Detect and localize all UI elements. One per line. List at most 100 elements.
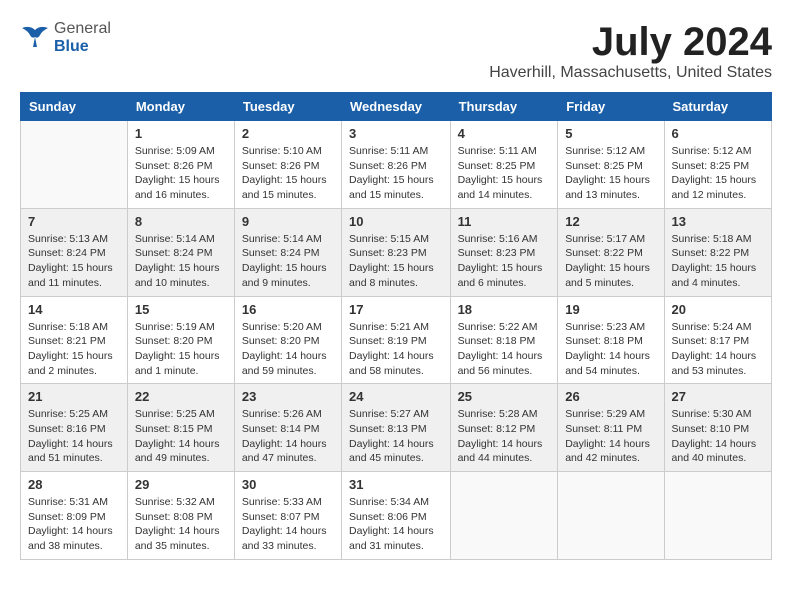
title-section: July 2024 Haverhill, Massachusetts, Unit… (489, 20, 772, 82)
calendar-cell: 30 Sunrise: 5:33 AM Sunset: 8:07 PM Dayli… (234, 472, 341, 560)
logo-blue: Blue (54, 38, 111, 56)
day-info: Sunrise: 5:23 AM Sunset: 8:18 PM Dayligh… (565, 320, 656, 379)
day-number: 20 (672, 302, 764, 317)
calendar-cell: 2 Sunrise: 5:10 AM Sunset: 8:26 PM Daylig… (234, 121, 341, 209)
day-info: Sunrise: 5:33 AM Sunset: 8:07 PM Dayligh… (242, 495, 334, 554)
logo: General Blue (20, 20, 111, 55)
day-info: Sunrise: 5:10 AM Sunset: 8:26 PM Dayligh… (242, 144, 334, 203)
day-number: 10 (349, 214, 443, 229)
calendar-header-sunday: Sunday (21, 93, 128, 121)
calendar-header-thursday: Thursday (450, 93, 558, 121)
calendar-cell: 26Sunrise: 5:29 AM Sunset: 8:11 PM Dayli… (558, 384, 664, 472)
day-number: 6 (672, 126, 764, 141)
calendar-week-row: 28 Sunrise: 5:31 AM Sunset: 8:09 PM Dayli… (21, 472, 772, 560)
calendar-cell (664, 472, 771, 560)
calendar-cell: 18 Sunrise: 5:22 AM Sunset: 8:18 PM Dayli… (450, 296, 558, 384)
day-info: Sunrise: 5:34 AM Sunset: 8:06 PM Dayligh… (349, 495, 443, 554)
calendar-cell: 29 Sunrise: 5:32 AM Sunset: 8:08 PM Dayli… (127, 472, 234, 560)
day-number: 5 (565, 126, 656, 141)
day-info: Sunrise: 5:26 AM Sunset: 8:14 PM Dayligh… (242, 407, 334, 466)
day-info: Sunrise: 5:09 AM Sunset: 8:26 PM Dayligh… (135, 144, 227, 203)
day-number: 30 (242, 477, 334, 492)
day-number: 27 (672, 389, 764, 404)
day-number: 29 (135, 477, 227, 492)
calendar-cell (21, 121, 128, 209)
day-info: Sunrise: 5:31 AM Sunset: 8:09 PM Dayligh… (28, 495, 120, 554)
day-number: 12 (565, 214, 656, 229)
day-number: 11 (458, 214, 551, 229)
calendar-header-monday: Monday (127, 93, 234, 121)
calendar-cell: 25 Sunrise: 5:28 AM Sunset: 8:12 PM Dayli… (450, 384, 558, 472)
calendar-cell: 4 Sunrise: 5:11 AM Sunset: 8:25 PM Daylig… (450, 121, 558, 209)
day-number: 28 (28, 477, 120, 492)
day-info: Sunrise: 5:22 AM Sunset: 8:18 PM Dayligh… (458, 320, 551, 379)
day-number: 31 (349, 477, 443, 492)
day-info: Sunrise: 5:11 AM Sunset: 8:25 PM Dayligh… (458, 144, 551, 203)
calendar-cell: 11Sunrise: 5:16 AM Sunset: 8:23 PM Dayli… (450, 208, 558, 296)
calendar-header-row: SundayMondayTuesdayWednesdayThursdayFrid… (21, 93, 772, 121)
calendar-cell: 28 Sunrise: 5:31 AM Sunset: 8:09 PM Dayli… (21, 472, 128, 560)
calendar-cell: 19 Sunrise: 5:23 AM Sunset: 8:18 PM Dayli… (558, 296, 664, 384)
calendar-cell: 7Sunrise: 5:13 AM Sunset: 8:24 PM Daylig… (21, 208, 128, 296)
calendar-cell: 22 Sunrise: 5:25 AM Sunset: 8:15 PM Dayli… (127, 384, 234, 472)
day-info: Sunrise: 5:20 AM Sunset: 8:20 PM Dayligh… (242, 320, 334, 379)
calendar-cell: 31 Sunrise: 5:34 AM Sunset: 8:06 PM Dayli… (342, 472, 451, 560)
day-number: 16 (242, 302, 334, 317)
calendar-week-row: 1Sunrise: 5:09 AM Sunset: 8:26 PM Daylig… (21, 121, 772, 209)
day-info: Sunrise: 5:14 AM Sunset: 8:24 PM Dayligh… (242, 232, 334, 291)
day-info: Sunrise: 5:29 AM Sunset: 8:11 PM Dayligh… (565, 407, 656, 466)
day-info: Sunrise: 5:17 AM Sunset: 8:22 PM Dayligh… (565, 232, 656, 291)
calendar-cell (558, 472, 664, 560)
calendar-cell: 12 Sunrise: 5:17 AM Sunset: 8:22 PM Dayli… (558, 208, 664, 296)
day-info: Sunrise: 5:21 AM Sunset: 8:19 PM Dayligh… (349, 320, 443, 379)
day-number: 24 (349, 389, 443, 404)
calendar-cell: 13Sunrise: 5:18 AM Sunset: 8:22 PM Dayli… (664, 208, 771, 296)
day-info: Sunrise: 5:18 AM Sunset: 8:22 PM Dayligh… (672, 232, 764, 291)
day-number: 15 (135, 302, 227, 317)
logo-general: General (54, 20, 111, 38)
calendar-cell: 23 Sunrise: 5:26 AM Sunset: 8:14 PM Dayli… (234, 384, 341, 472)
calendar-cell: 8 Sunrise: 5:14 AM Sunset: 8:24 PM Daylig… (127, 208, 234, 296)
day-number: 14 (28, 302, 120, 317)
calendar-cell: 10Sunrise: 5:15 AM Sunset: 8:23 PM Dayli… (342, 208, 451, 296)
calendar-header-wednesday: Wednesday (342, 93, 451, 121)
page-header: General Blue July 2024 Haverhill, Massac… (20, 20, 772, 82)
day-info: Sunrise: 5:25 AM Sunset: 8:15 PM Dayligh… (135, 407, 227, 466)
day-number: 22 (135, 389, 227, 404)
day-number: 18 (458, 302, 551, 317)
day-number: 4 (458, 126, 551, 141)
day-number: 3 (349, 126, 443, 141)
calendar-cell: 3 Sunrise: 5:11 AM Sunset: 8:26 PM Daylig… (342, 121, 451, 209)
calendar-cell: 20 Sunrise: 5:24 AM Sunset: 8:17 PM Dayli… (664, 296, 771, 384)
logo-icon (20, 25, 50, 50)
day-number: 23 (242, 389, 334, 404)
day-number: 25 (458, 389, 551, 404)
day-number: 2 (242, 126, 334, 141)
calendar-week-row: 21Sunrise: 5:25 AM Sunset: 8:16 PM Dayli… (21, 384, 772, 472)
day-number: 8 (135, 214, 227, 229)
calendar-header-saturday: Saturday (664, 93, 771, 121)
calendar-header-friday: Friday (558, 93, 664, 121)
day-info: Sunrise: 5:13 AM Sunset: 8:24 PM Dayligh… (28, 232, 120, 291)
calendar-cell: 27 Sunrise: 5:30 AM Sunset: 8:10 PM Dayli… (664, 384, 771, 472)
calendar-cell: 1Sunrise: 5:09 AM Sunset: 8:26 PM Daylig… (127, 121, 234, 209)
day-info: Sunrise: 5:11 AM Sunset: 8:26 PM Dayligh… (349, 144, 443, 203)
day-number: 21 (28, 389, 120, 404)
day-info: Sunrise: 5:24 AM Sunset: 8:17 PM Dayligh… (672, 320, 764, 379)
calendar-cell: 14Sunrise: 5:18 AM Sunset: 8:21 PM Dayli… (21, 296, 128, 384)
calendar-week-row: 14Sunrise: 5:18 AM Sunset: 8:21 PM Dayli… (21, 296, 772, 384)
day-info: Sunrise: 5:30 AM Sunset: 8:10 PM Dayligh… (672, 407, 764, 466)
calendar-cell: 9Sunrise: 5:14 AM Sunset: 8:24 PM Daylig… (234, 208, 341, 296)
day-number: 19 (565, 302, 656, 317)
calendar-cell: 17 Sunrise: 5:21 AM Sunset: 8:19 PM Dayli… (342, 296, 451, 384)
day-info: Sunrise: 5:12 AM Sunset: 8:25 PM Dayligh… (672, 144, 764, 203)
day-info: Sunrise: 5:14 AM Sunset: 8:24 PM Dayligh… (135, 232, 227, 291)
calendar-cell: 21Sunrise: 5:25 AM Sunset: 8:16 PM Dayli… (21, 384, 128, 472)
day-info: Sunrise: 5:28 AM Sunset: 8:12 PM Dayligh… (458, 407, 551, 466)
calendar-week-row: 7Sunrise: 5:13 AM Sunset: 8:24 PM Daylig… (21, 208, 772, 296)
logo-text: General Blue (54, 20, 111, 55)
day-number: 17 (349, 302, 443, 317)
day-info: Sunrise: 5:12 AM Sunset: 8:25 PM Dayligh… (565, 144, 656, 203)
day-info: Sunrise: 5:32 AM Sunset: 8:08 PM Dayligh… (135, 495, 227, 554)
calendar-cell: 24Sunrise: 5:27 AM Sunset: 8:13 PM Dayli… (342, 384, 451, 472)
